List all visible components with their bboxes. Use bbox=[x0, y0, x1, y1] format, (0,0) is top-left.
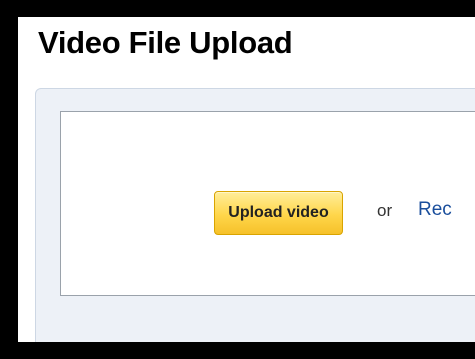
record-video-link[interactable]: Rec bbox=[418, 199, 452, 221]
upload-panel: Upload video or Rec bbox=[35, 88, 475, 342]
page-title: Video File Upload bbox=[38, 25, 293, 60]
upload-video-button[interactable]: Upload video bbox=[214, 191, 343, 235]
upload-window: Video File Upload Upload video or Rec bbox=[18, 17, 475, 342]
upload-drop-zone: Upload video or Rec bbox=[60, 111, 475, 296]
or-separator: or bbox=[377, 201, 393, 220]
